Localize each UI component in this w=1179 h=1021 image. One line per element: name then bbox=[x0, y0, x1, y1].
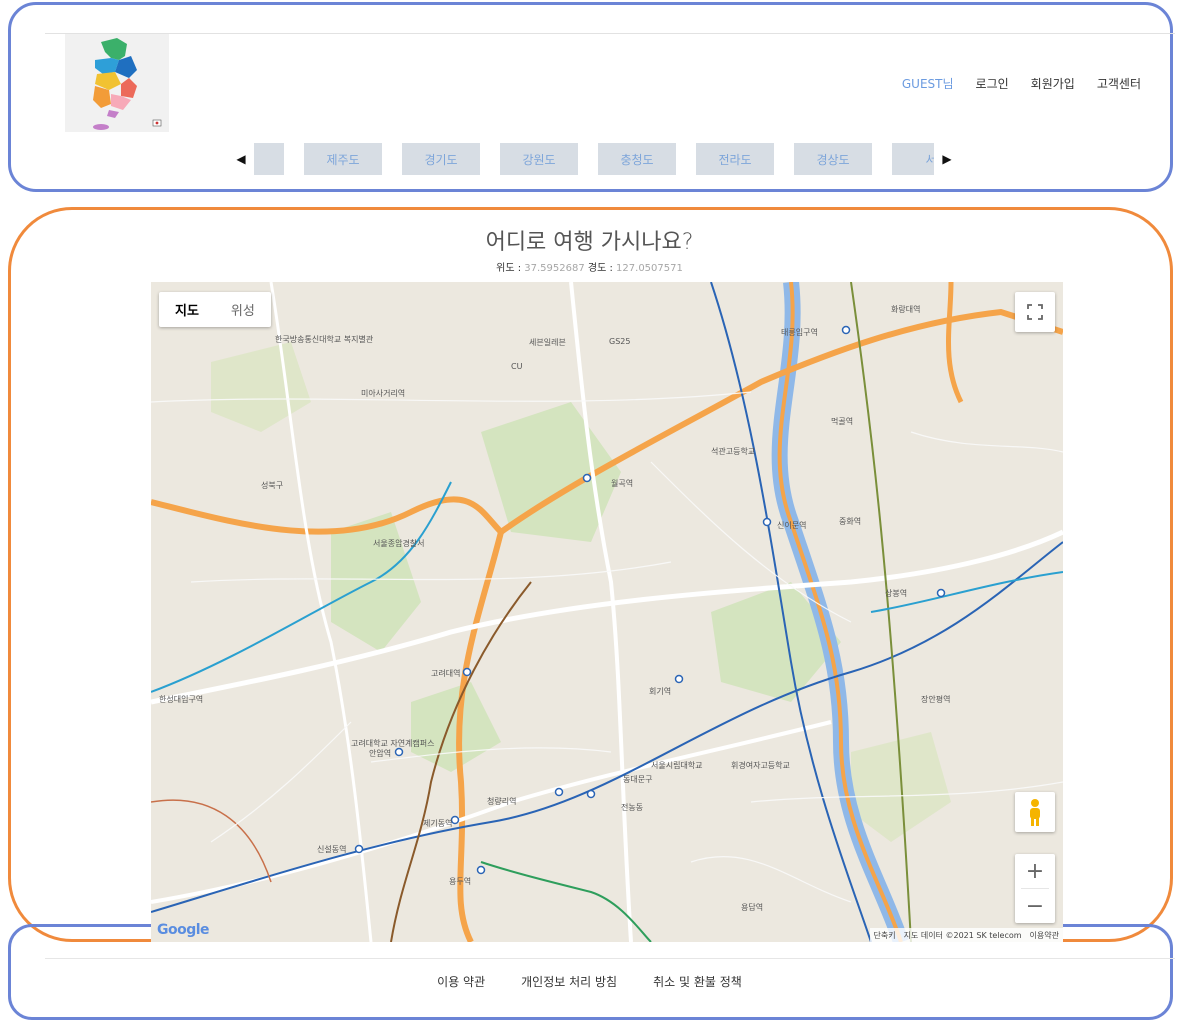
longitude-label: 경도 : bbox=[587, 263, 613, 274]
guest-greeting: GUEST님 bbox=[901, 77, 954, 91]
map-attribution: 단축키 지도 데이터 ©2021 SK telecom 이용약관 bbox=[869, 928, 1063, 942]
map-label: 서울시립대학교 bbox=[651, 761, 703, 770]
map-label: 월곡역 bbox=[611, 479, 634, 488]
map-type-satellite-button[interactable]: 위성 bbox=[215, 292, 271, 327]
map-label: 용답역 bbox=[741, 903, 764, 912]
map-label: 신이문역 bbox=[777, 521, 807, 530]
login-link[interactable]: 로그인 bbox=[976, 75, 1009, 92]
map-type-control: 지도 위성 bbox=[159, 292, 271, 327]
map-label: 청량리역 bbox=[487, 797, 517, 806]
longitude-value: 127.0507571 bbox=[616, 263, 683, 274]
map-canvas[interactable]: 한국방송통신대학교 복지별관 세븐일레븐 GS25 CU 태릉입구역 화랑대역 … bbox=[151, 282, 1063, 942]
map-base-layer bbox=[151, 282, 1063, 942]
region-tab-blank[interactable] bbox=[254, 143, 284, 175]
map-label: 신설동역 bbox=[317, 845, 347, 854]
map-label: 고려대학교 자연계캠퍼스 bbox=[351, 739, 435, 748]
page-title: 어디로 여행 가시나요? bbox=[485, 230, 694, 255]
keyboard-shortcuts-link[interactable]: 단축키 bbox=[874, 930, 896, 941]
region-tab-seoul[interactable]: 서 bbox=[892, 143, 934, 175]
map-data-credit: 지도 데이터 ©2021 SK telecom bbox=[903, 930, 1022, 940]
map-label: 안암역 bbox=[369, 749, 392, 758]
region-tabs-track: 제주도 경기도 강원도 충청도 전라도 경상도 서 bbox=[254, 143, 934, 175]
site-logo[interactable] bbox=[65, 34, 169, 132]
zoom-out-button[interactable]: − bbox=[1015, 889, 1055, 923]
map-label: 제기동역 bbox=[423, 819, 453, 828]
region-next-arrow-icon[interactable]: ▶ bbox=[934, 152, 960, 166]
region-tab-gyeongsang[interactable]: 경상도 bbox=[794, 143, 872, 175]
map-label: 회기역 bbox=[649, 687, 672, 696]
refund-policy-link[interactable]: 취소 및 환불 정책 bbox=[653, 973, 742, 990]
map-label: CU bbox=[511, 362, 523, 371]
map-label: 성북구 bbox=[261, 481, 284, 490]
map-label: 한성대입구역 bbox=[159, 695, 204, 704]
privacy-policy-link[interactable]: 개인정보 처리 방침 bbox=[521, 973, 617, 990]
region-tab-chungcheong[interactable]: 충청도 bbox=[598, 143, 676, 175]
footer-links: 이용 약관 개인정보 처리 방침 취소 및 환불 정책 bbox=[0, 973, 1179, 990]
map-label: 고려대역 bbox=[431, 669, 461, 678]
region-prev-arrow-icon[interactable]: ◀ bbox=[228, 152, 254, 166]
map-label: 석관고등학교 bbox=[711, 447, 756, 456]
footer-divider bbox=[45, 958, 1175, 959]
map-label: 전농동 bbox=[621, 803, 644, 812]
map-label: 상봉역 bbox=[885, 589, 908, 598]
map-label: GS25 bbox=[609, 337, 631, 346]
map-label: 동대문구 bbox=[623, 775, 653, 784]
region-tab-bar: ◀ 제주도 경기도 강원도 충청도 전라도 경상도 서 ▶ bbox=[228, 143, 960, 175]
region-tabs-viewport: 제주도 경기도 강원도 충청도 전라도 경상도 서 bbox=[254, 143, 934, 175]
map-label: 미아사거리역 bbox=[361, 389, 406, 398]
region-tab-jeolla[interactable]: 전라도 bbox=[696, 143, 774, 175]
map-label: 태릉입구역 bbox=[781, 328, 818, 337]
map-label: 세븐일레븐 bbox=[529, 338, 566, 347]
map-label: 장안평역 bbox=[921, 695, 951, 704]
korea-map-logo-icon bbox=[65, 34, 169, 132]
map-type-map-button[interactable]: 지도 bbox=[159, 292, 215, 327]
google-logo[interactable]: Google bbox=[157, 922, 210, 938]
terms-link[interactable]: 이용 약관 bbox=[437, 973, 485, 990]
zoom-in-button[interactable]: + bbox=[1015, 854, 1055, 888]
support-link[interactable]: 고객센터 bbox=[1097, 75, 1141, 92]
map-label: 먹골역 bbox=[831, 417, 854, 426]
region-tab-gangwon[interactable]: 강원도 bbox=[500, 143, 578, 175]
region-tab-jeju[interactable]: 제주도 bbox=[304, 143, 382, 175]
street-view-pegman-button[interactable] bbox=[1015, 792, 1055, 832]
pegman-icon bbox=[1030, 799, 1040, 826]
coordinates-readout: 위도 : 37.5952687 경도 : 127.0507571 bbox=[0, 259, 1179, 274]
latitude-label: 위도 : bbox=[496, 263, 522, 274]
map-label: 용두역 bbox=[449, 877, 472, 886]
terms-of-use-link[interactable]: 이용약관 bbox=[1030, 930, 1059, 941]
region-tab-gyeonggi[interactable]: 경기도 bbox=[402, 143, 480, 175]
user-nav: GUEST님 로그인 회원가입 고객센터 bbox=[902, 75, 1141, 92]
latitude-value: 37.5952687 bbox=[524, 263, 585, 274]
map-label: 휘경여자고등학교 bbox=[731, 761, 790, 770]
signup-link[interactable]: 회원가입 bbox=[1031, 75, 1075, 92]
map-label: 한국방송통신대학교 복지별관 bbox=[275, 335, 374, 344]
map-label: 서울종암경찰서 bbox=[373, 539, 425, 548]
header-top-divider bbox=[45, 33, 1175, 34]
map-label: 화랑대역 bbox=[891, 305, 921, 314]
fullscreen-button[interactable] bbox=[1015, 292, 1055, 332]
fullscreen-icon bbox=[1027, 304, 1043, 320]
map-label: 중화역 bbox=[839, 517, 862, 526]
zoom-control: + − bbox=[1015, 854, 1055, 923]
